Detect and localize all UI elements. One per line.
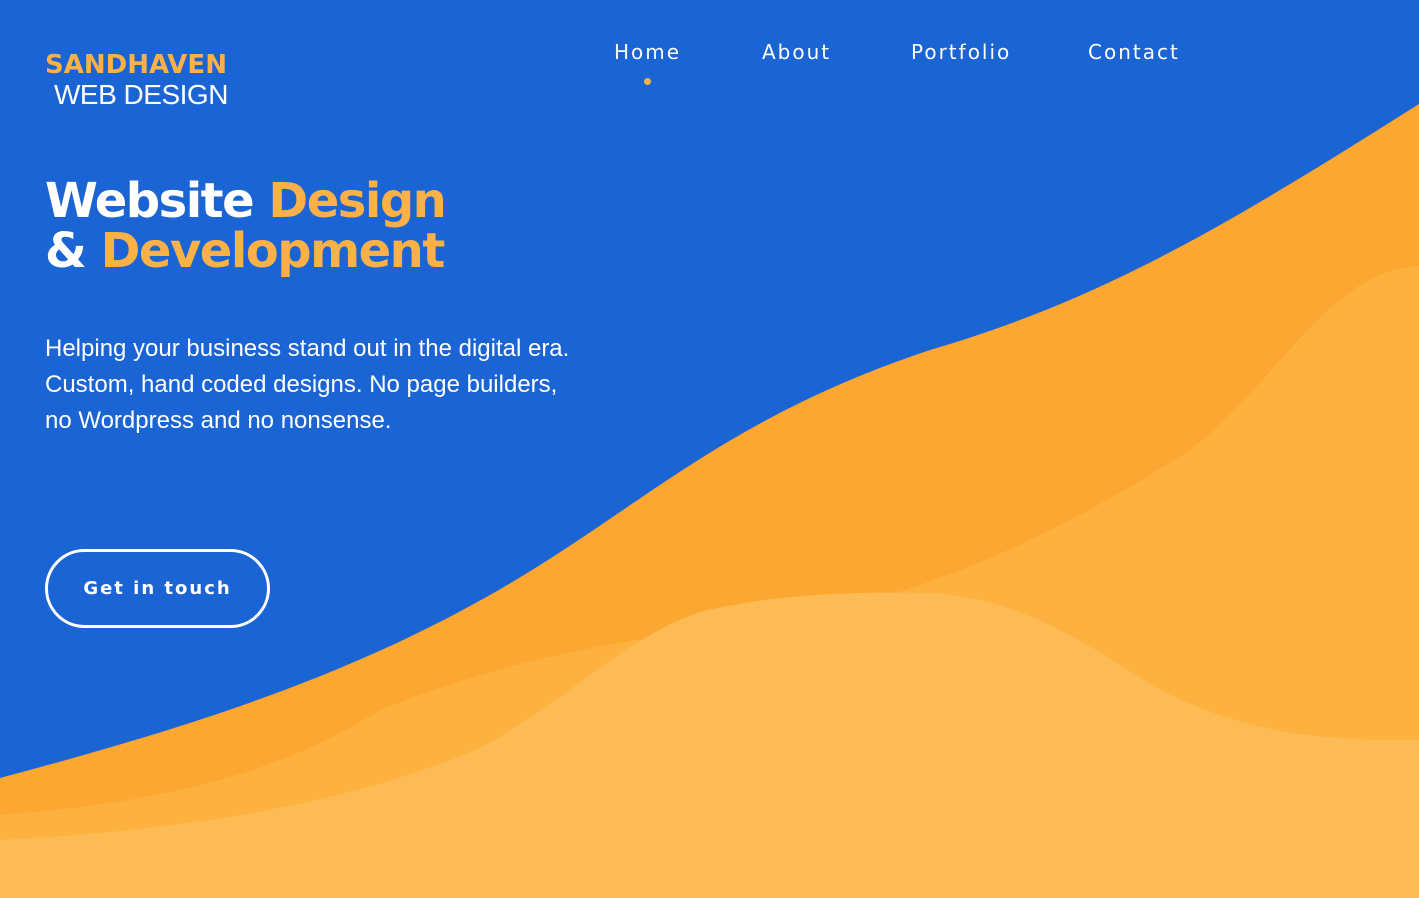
wave-background [0,104,1419,898]
nav-item-about[interactable]: About [762,40,831,64]
main-navigation: Home About Portfolio Contact [0,40,1419,90]
landing-page: SANDHAVEN WEB DESIGN Home About Portfoli… [0,0,1419,898]
hero-description: Helping your business stand out in the d… [45,335,570,434]
nav-item-portfolio[interactable]: Portfolio [911,40,1011,64]
hero-title-part1: Website [45,173,269,229]
nav-item-home[interactable]: Home [614,40,681,64]
hero-title-accent1: Design [268,173,446,229]
nav-item-contact[interactable]: Contact [1088,40,1180,64]
hero-title-part2: & [45,223,101,279]
hero-title: Website Design & Development [45,173,447,279]
hero-title-accent2: Development [100,223,446,279]
active-nav-indicator [644,78,651,85]
get-in-touch-button[interactable]: Get in touch [45,549,270,628]
